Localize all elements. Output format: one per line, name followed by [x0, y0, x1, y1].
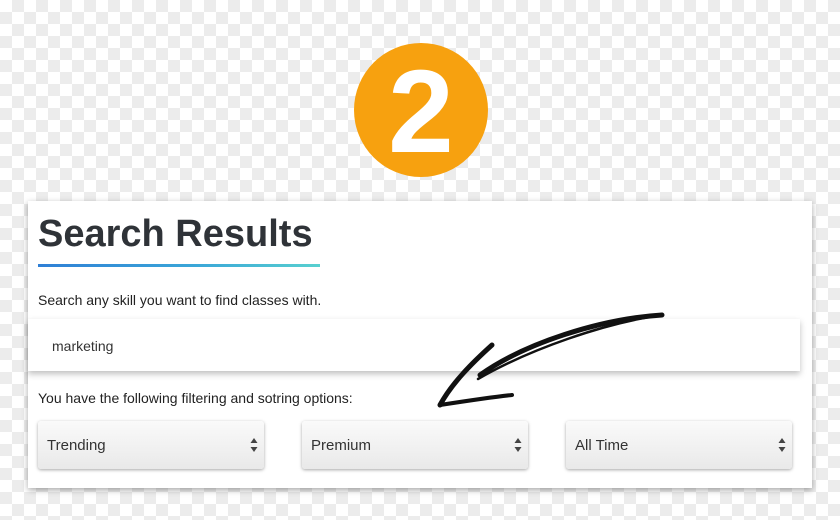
hand-drawn-arrow-icon	[437, 312, 665, 408]
title-underline	[38, 264, 320, 267]
page-title: Search Results	[38, 213, 313, 255]
select-value: All Time	[575, 437, 629, 454]
sort-trending-select[interactable]: Trending	[38, 421, 264, 469]
step-number-badge: 2	[354, 43, 488, 177]
search-instructions: Search any skill you want to find classe…	[38, 292, 322, 308]
type-premium-select[interactable]: Premium	[302, 421, 528, 469]
filter-instructions: You have the following filtering and sot…	[38, 390, 353, 406]
step-number: 2	[388, 46, 454, 178]
search-field[interactable]	[28, 319, 800, 371]
select-value: Trending	[47, 437, 106, 454]
updown-caret-icon	[250, 438, 258, 452]
time-range-select[interactable]: All Time	[566, 421, 792, 469]
select-value: Premium	[311, 437, 372, 454]
updown-caret-icon	[514, 438, 522, 452]
search-results-panel: Search Results Search any skill you want…	[28, 201, 812, 488]
updown-caret-icon	[778, 438, 786, 452]
